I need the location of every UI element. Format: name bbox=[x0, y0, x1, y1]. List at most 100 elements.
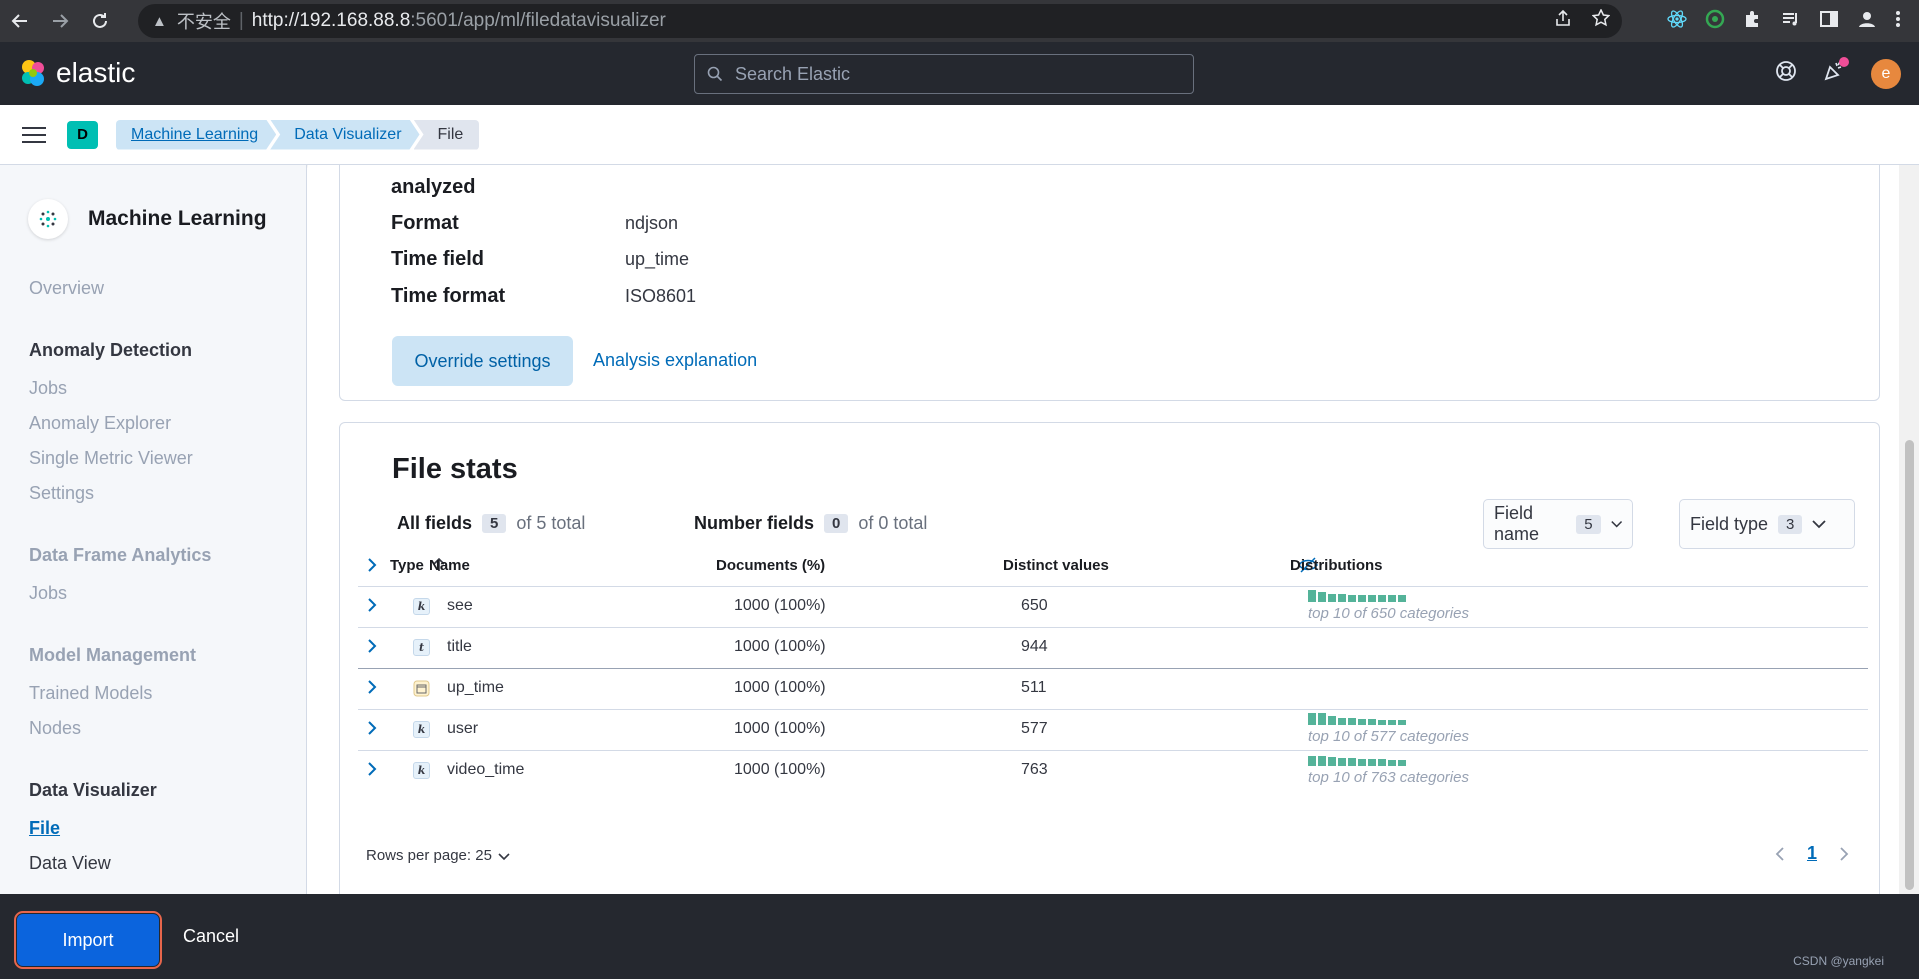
breadcrumb-data-visualizer[interactable]: Data Visualizer bbox=[270, 120, 419, 150]
sidebar-item-overview[interactable]: Overview bbox=[29, 278, 104, 299]
side-panel-icon[interactable] bbox=[1819, 9, 1839, 34]
keyword-type-icon: k bbox=[413, 598, 430, 615]
expand-row-icon[interactable] bbox=[366, 638, 378, 654]
breadcrumb: Machine Learning Data Visualizer File bbox=[116, 119, 480, 150]
override-settings-button[interactable]: Override settings bbox=[392, 336, 573, 386]
next-page-icon[interactable] bbox=[1839, 846, 1849, 862]
back-icon[interactable] bbox=[0, 0, 40, 42]
sidebar-item-trained-models[interactable]: Trained Models bbox=[29, 683, 152, 704]
menu-toggle-icon[interactable] bbox=[22, 122, 46, 148]
field-name: title bbox=[447, 638, 472, 655]
help-icon[interactable] bbox=[1775, 60, 1797, 87]
field-documents: 1000 (100%) bbox=[734, 720, 826, 737]
field-name-filter-label: Field name bbox=[1494, 503, 1540, 544]
expand-row-icon[interactable] bbox=[366, 679, 378, 695]
user-avatar[interactable]: e bbox=[1871, 58, 1901, 89]
summary-analyzed-label: analyzed bbox=[391, 176, 476, 198]
all-fields-label: All fields bbox=[397, 513, 473, 533]
file-stats-panel: File stats All fields 5 of 5 total Numbe… bbox=[339, 422, 1880, 894]
space-avatar[interactable]: D bbox=[67, 120, 98, 149]
media-queue-icon[interactable] bbox=[1781, 9, 1801, 34]
number-fields-label: Number fields bbox=[694, 513, 815, 533]
field-type-filter-badge: 3 bbox=[1778, 514, 1803, 534]
field-type-filter[interactable]: Field type 3 bbox=[1679, 499, 1855, 549]
ml-sidebar: Machine Learning Overview Anomaly Detect… bbox=[0, 165, 307, 894]
elastic-logo-icon bbox=[22, 60, 44, 86]
sidebar-title: Machine Learning bbox=[28, 199, 267, 239]
main-content: analyzed Format ndjson Time field up_tim… bbox=[308, 165, 1899, 894]
bottom-action-bar: Import Cancel CSDN @yangkei bbox=[0, 894, 1919, 979]
breadcrumb-machine-learning[interactable]: Machine Learning bbox=[116, 120, 276, 150]
field-distinct-values: 763 bbox=[1021, 761, 1048, 778]
column-distinct-values[interactable]: Distinct values bbox=[1003, 557, 1109, 574]
field-name-filter-badge: 5 bbox=[1576, 514, 1601, 534]
expand-row-icon[interactable] bbox=[366, 720, 378, 736]
watermark: CSDN @yangkei bbox=[1793, 954, 1884, 968]
sidebar-item-settings[interactable]: Settings bbox=[29, 483, 94, 504]
sidebar-item-file[interactable]: File bbox=[29, 818, 60, 839]
expand-all-icon[interactable] bbox=[366, 557, 378, 577]
search-input[interactable] bbox=[735, 63, 1155, 85]
breadcrumb-bar: D Machine Learning Data Visualizer File bbox=[0, 105, 1919, 165]
global-search[interactable] bbox=[694, 54, 1194, 94]
field-name-filter[interactable]: Field name 5 bbox=[1483, 499, 1633, 549]
table-row: k user 1000 (100%) 577 top 10 of 577 cat… bbox=[358, 709, 1868, 750]
expand-row-icon[interactable] bbox=[366, 761, 378, 777]
rows-per-page-label: Rows per page: 25 bbox=[366, 847, 492, 864]
summary-panel: analyzed Format ndjson Time field up_tim… bbox=[339, 165, 1880, 401]
distribution-caption: top 10 of 763 categories bbox=[1308, 769, 1469, 786]
sidebar-title-text: Machine Learning bbox=[88, 207, 267, 230]
expand-row-icon[interactable] bbox=[366, 597, 378, 613]
keyword-type-icon: k bbox=[413, 721, 430, 738]
browser-menu-icon[interactable] bbox=[1895, 9, 1901, 34]
column-name[interactable]: Name bbox=[429, 557, 470, 574]
sidebar-heading-model-management: Model Management bbox=[29, 645, 197, 665]
analysis-explanation-link[interactable]: Analysis explanation bbox=[593, 350, 757, 371]
sidebar-item-single-metric-viewer[interactable]: Single Metric Viewer bbox=[29, 448, 193, 469]
summary-key-time-format: Time format bbox=[391, 285, 506, 307]
field-name: see bbox=[447, 597, 473, 614]
date-type-icon bbox=[413, 680, 430, 697]
field-documents: 1000 (100%) bbox=[734, 679, 826, 696]
target-extension-icon[interactable] bbox=[1705, 9, 1725, 34]
sidebar-item-nodes[interactable]: Nodes bbox=[29, 718, 81, 739]
cancel-button[interactable]: Cancel bbox=[183, 926, 239, 947]
field-distinct-values: 944 bbox=[1021, 638, 1048, 655]
chevron-down-icon bbox=[1610, 521, 1622, 528]
page-number[interactable]: 1 bbox=[1807, 843, 1817, 864]
summary-key-time-field: Time field bbox=[391, 248, 484, 270]
browser-toolbar: ▲ 不安全 | http://192.168.88.8:5601/app/ml/… bbox=[0, 0, 1919, 42]
scrollbar-thumb[interactable] bbox=[1905, 440, 1914, 890]
elastic-logo[interactable]: elastic bbox=[18, 57, 135, 89]
keyword-type-icon: k bbox=[413, 762, 430, 779]
profile-icon[interactable] bbox=[1857, 9, 1877, 34]
distribution-bars bbox=[1308, 713, 1406, 725]
table-row: k see 1000 (100%) 650 top 10 of 650 cate… bbox=[358, 586, 1868, 627]
reload-icon[interactable] bbox=[80, 0, 120, 42]
column-type[interactable]: Type bbox=[390, 557, 424, 574]
react-extension-icon[interactable] bbox=[1667, 9, 1687, 34]
sidebar-heading-data-frame-analytics: Data Frame Analytics bbox=[29, 545, 212, 565]
column-documents[interactable]: Documents (%) bbox=[716, 557, 825, 574]
sidebar-item-dfa-jobs[interactable]: Jobs bbox=[29, 583, 67, 604]
url-separator: | bbox=[238, 10, 244, 31]
search-icon bbox=[707, 66, 723, 82]
url-host: http://192.168.88.8 bbox=[251, 10, 411, 31]
field-distinct-values: 511 bbox=[1021, 679, 1047, 696]
sidebar-item-data-view[interactable]: Data View bbox=[29, 853, 111, 874]
share-icon[interactable] bbox=[1554, 9, 1572, 33]
previous-page-icon[interactable] bbox=[1775, 846, 1785, 862]
distribution-caption: top 10 of 650 categories bbox=[1308, 605, 1469, 622]
news-feed-icon[interactable] bbox=[1823, 57, 1849, 87]
extensions-puzzle-icon[interactable] bbox=[1743, 9, 1763, 34]
sidebar-item-anomaly-explorer[interactable]: Anomaly Explorer bbox=[29, 413, 171, 434]
import-button[interactable]: Import bbox=[14, 911, 162, 969]
bookmark-star-icon[interactable] bbox=[1591, 8, 1611, 33]
all-fields-badge: 5 bbox=[482, 514, 507, 533]
address-bar[interactable]: ▲ 不安全 | http://192.168.88.8:5601/app/ml/… bbox=[138, 4, 1622, 38]
summary-value-format: ndjson bbox=[625, 213, 679, 233]
rows-per-page-selector[interactable]: Rows per page: 25 bbox=[366, 847, 510, 864]
forward-icon[interactable] bbox=[40, 0, 80, 42]
sidebar-item-jobs[interactable]: Jobs bbox=[29, 378, 67, 399]
table-row: k video_time 1000 (100%) 763 top 10 of 7… bbox=[358, 750, 1868, 791]
